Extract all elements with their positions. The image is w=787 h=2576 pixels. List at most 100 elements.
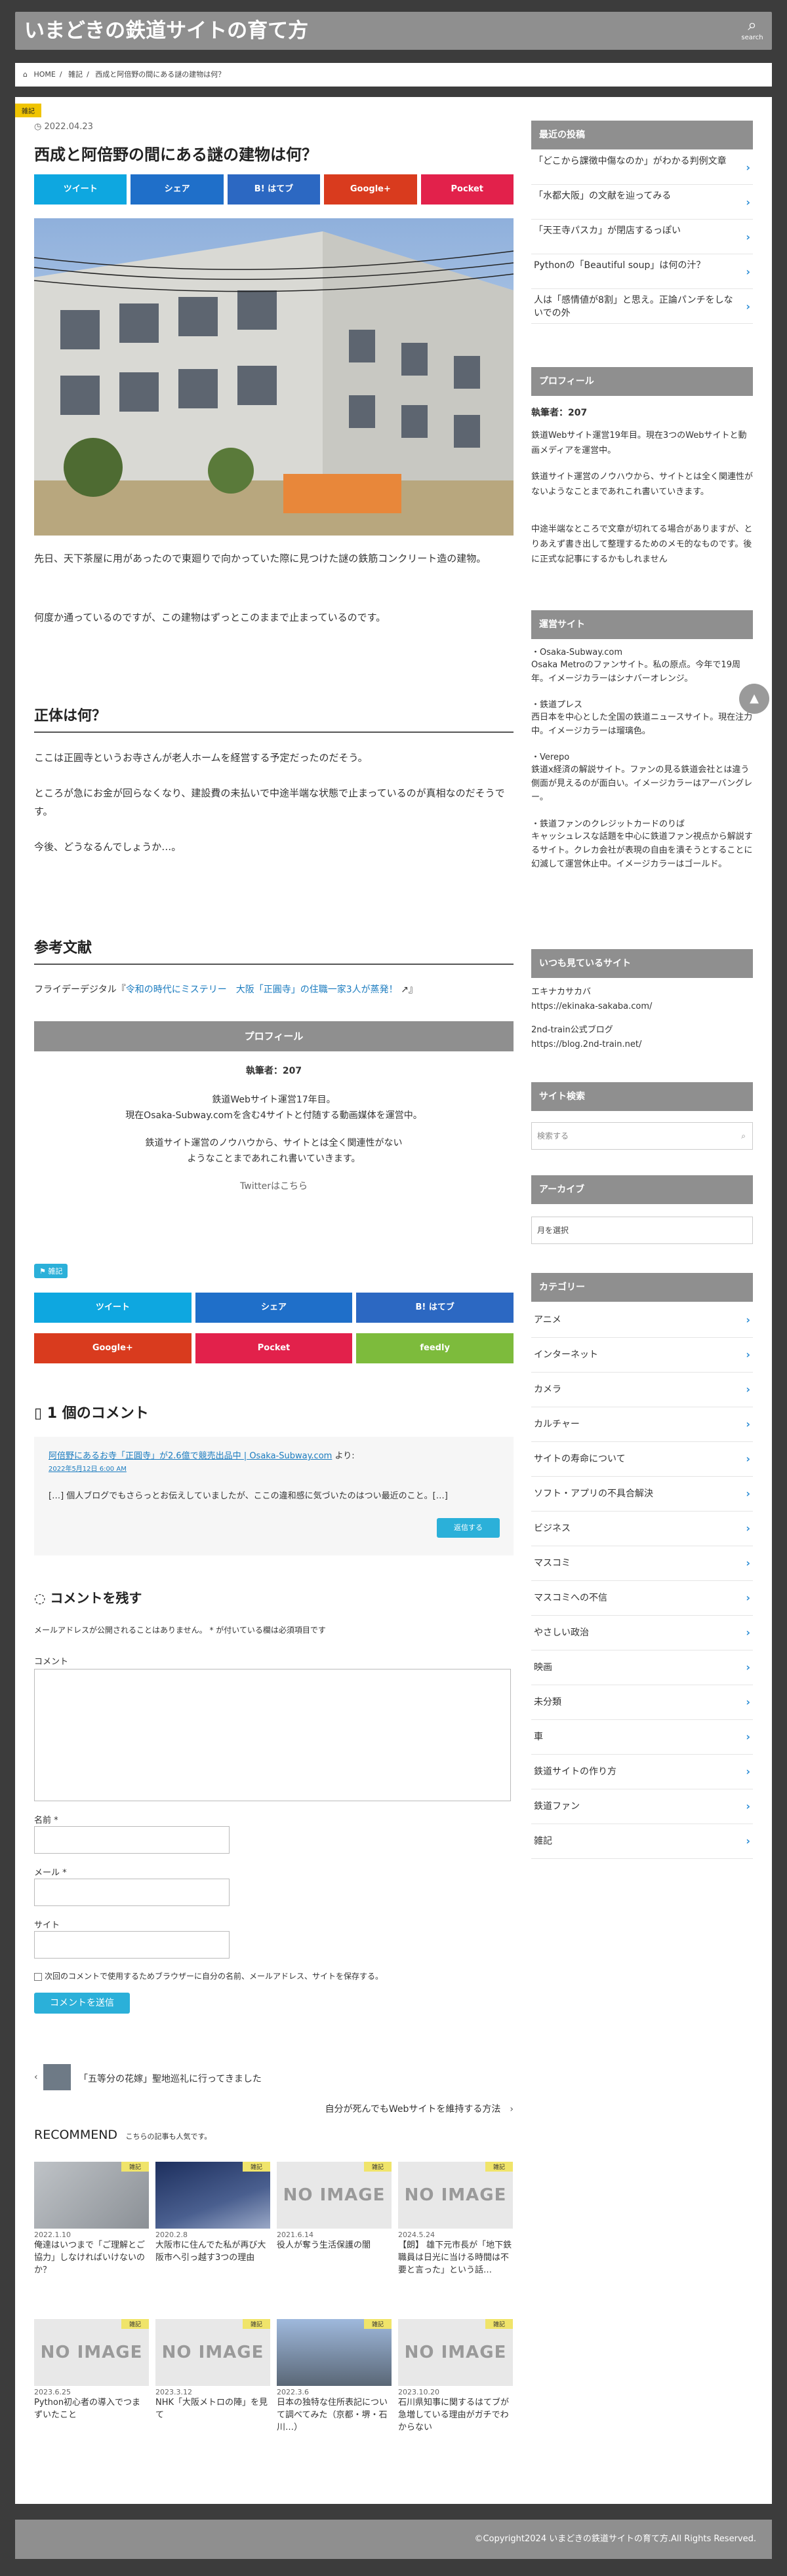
- home-icon: ⌂: [23, 70, 28, 79]
- site-input[interactable]: [34, 1931, 230, 1959]
- recommend-card[interactable]: NO IMAGE 雑記 2023.6.25 Python初心者の導入でつまずいたこと: [34, 2319, 149, 2421]
- category-item[interactable]: カメラ ›: [531, 1373, 753, 1407]
- prev-post-link[interactable]: 「五等分の花嫁」聖地巡礼に行ってきました: [79, 2072, 262, 2085]
- recommend-card[interactable]: NO IMAGE 雑記 2021.6.14 役人が奪う生活保護の闇: [277, 2162, 392, 2252]
- category-label: 車: [534, 1732, 543, 1742]
- recommend-title[interactable]: 大阪市に住んでた私が再び大阪市へ引っ越す3つの理由: [155, 2239, 270, 2264]
- comment-textarea[interactable]: [34, 1669, 511, 1801]
- category-item[interactable]: 車 ›: [531, 1720, 753, 1755]
- category-item[interactable]: アニメ ›: [531, 1303, 753, 1338]
- share-button-3[interactable]: Google+: [324, 174, 417, 205]
- recommend-thumbnail[interactable]: NO IMAGE 雑記: [277, 2162, 392, 2229]
- category-item[interactable]: やさしい政治 ›: [531, 1616, 753, 1650]
- site-footer: ©Copyright2024 いまどきの鉄道サイトの育て方.All Rights…: [15, 2520, 772, 2559]
- recommend-thumbnail[interactable]: NO IMAGE 雑記: [398, 2319, 513, 2386]
- comment-date[interactable]: 2022年5月12日 6:00 AM: [49, 1463, 127, 1473]
- next-post-link[interactable]: 自分が死んでもWebサイトを維持する方法 ›: [325, 2102, 514, 2115]
- recommend-thumbnail[interactable]: NO IMAGE 雑記: [155, 2319, 270, 2386]
- recommend-title[interactable]: 【朗】 雄下元市長が「地下鉄職員は日光に当ける時間は不要と言った」という話…: [398, 2239, 513, 2276]
- share-button-2[interactable]: B! はてブ: [227, 174, 321, 205]
- category-item[interactable]: 未分類 ›: [531, 1685, 753, 1720]
- recommend-title[interactable]: 俺達はいつまで「ご理解とご協力」しなければいけないのか？: [34, 2239, 149, 2276]
- share-button-1[interactable]: シェア: [195, 1293, 353, 1323]
- category-label: ソフト・アプリの不具合解決: [534, 1489, 653, 1499]
- email-input[interactable]: [34, 1879, 230, 1906]
- breadcrumb-category[interactable]: 雑記: [68, 70, 83, 79]
- recommend-card[interactable]: 雑記 2022.3.6 日本の独特な住所表記について調べてみた（京都・堺・石川…）: [277, 2319, 392, 2434]
- breadcrumb-home[interactable]: HOME: [33, 70, 55, 79]
- site-title[interactable]: いまどきの鉄道サイトの育て方: [24, 17, 308, 45]
- recommend-date: 2023.10.20: [398, 2388, 439, 2396]
- prev-post-thumbnail[interactable]: [43, 2064, 71, 2090]
- no-image-placeholder: NO IMAGE: [404, 2343, 507, 2362]
- reference-link[interactable]: 令和の時代にミステリー 大阪「正圓寺」の住職一家3人が蒸発！: [126, 985, 398, 995]
- category-item[interactable]: 鉄道サイトの作り方 ›: [531, 1755, 753, 1789]
- author-profile-heading: プロフィール: [34, 1021, 514, 1051]
- category-item[interactable]: インターネット ›: [531, 1338, 753, 1373]
- category-item[interactable]: ソフト・アプリの不具合解決 ›: [531, 1477, 753, 1512]
- category-item[interactable]: 雑記 ›: [531, 1824, 753, 1859]
- watch-1-url[interactable]: https://ekinaka-sakaba.com/: [531, 999, 753, 1015]
- share-button-4[interactable]: Pocket: [420, 174, 514, 205]
- email-label: メール *: [34, 1868, 67, 1878]
- chevron-right-icon: ›: [746, 1661, 750, 1673]
- comment-author-link[interactable]: 阿倍野にあるお寺「正圓寺」が2.6億で競売出品中 | Osaka-Subway.…: [49, 1451, 332, 1461]
- recent-post-item[interactable]: 人は「感情値が8割」と思え。正論パンチをしないでの外 ›: [531, 290, 753, 324]
- category-item[interactable]: 映画 ›: [531, 1650, 753, 1685]
- recommend-thumbnail[interactable]: NO IMAGE 雑記: [398, 2162, 513, 2229]
- chevron-right-icon: ›: [746, 1487, 750, 1500]
- name-input[interactable]: [34, 1826, 230, 1854]
- recent-post-item[interactable]: 「天王寺パスカ」が閉店するっぽい ›: [531, 220, 753, 254]
- recommend-title[interactable]: 日本の独特な住所表記について調べてみた（京都・堺・石川…）: [277, 2396, 392, 2434]
- recommend-thumbnail[interactable]: NO IMAGE 雑記: [34, 2319, 149, 2386]
- recommend-card[interactable]: NO IMAGE 雑記 2023.3.12 NHK「大阪メトロの陣」を見て: [155, 2319, 270, 2421]
- category-item[interactable]: マスコミ ›: [531, 1546, 753, 1581]
- category-item[interactable]: サイトの寿命について ›: [531, 1442, 753, 1477]
- post-tag[interactable]: ⚑ 雑記: [34, 1264, 68, 1278]
- share-button-5[interactable]: feedly: [356, 1333, 514, 1363]
- chevron-right-icon: ›: [746, 300, 750, 313]
- search-button[interactable]: ⌕ search: [738, 16, 767, 47]
- recommend-card[interactable]: NO IMAGE 雑記 2024.5.24 【朗】 雄下元市長が「地下鉄職員は日光に当…: [398, 2162, 513, 2276]
- chevron-right-icon: ›: [746, 1626, 750, 1639]
- watch-2-url[interactable]: https://blog.2nd-train.net/: [531, 1037, 753, 1053]
- watch-1-name[interactable]: エキナカサカバ: [531, 985, 753, 1000]
- recent-post-item[interactable]: 「水都大阪」の文献を辿ってみる ›: [531, 185, 753, 220]
- recommend-card[interactable]: 雑記 2022.1.10 俺達はいつまで「ご理解とご協力」しなければいけないのか？: [34, 2162, 149, 2276]
- category-item[interactable]: カルチャー ›: [531, 1407, 753, 1442]
- submit-comment-button[interactable]: コメントを送信: [34, 1993, 130, 2014]
- category-flag[interactable]: 雑記: [15, 104, 41, 117]
- share-button-2[interactable]: B! はてブ: [356, 1293, 514, 1323]
- site-label: サイト: [34, 1921, 60, 1930]
- comment-icon: ▯: [34, 1405, 43, 1422]
- site-search-input[interactable]: 検索する ⌕: [531, 1122, 753, 1150]
- save-info-checkbox[interactable]: [34, 1972, 42, 1981]
- recommend-title[interactable]: 役人が奪う生活保護の闇: [277, 2239, 392, 2252]
- category-item[interactable]: ビジネス ›: [531, 1512, 753, 1546]
- watch-2-name[interactable]: 2nd-train公式ブログ: [531, 1023, 753, 1038]
- category-item[interactable]: 鉄道ファン ›: [531, 1789, 753, 1824]
- recommend-thumbnail[interactable]: 雑記: [277, 2319, 392, 2386]
- share-button-1[interactable]: シェア: [131, 174, 224, 205]
- recommend-thumbnail[interactable]: 雑記: [155, 2162, 270, 2229]
- archive-select[interactable]: 月を選択: [531, 1217, 753, 1244]
- share-button-3[interactable]: Google+: [34, 1333, 192, 1363]
- twitter-link[interactable]: Twitterはこちら: [34, 1179, 514, 1194]
- recommend-card[interactable]: NO IMAGE 雑記 2023.10.20 石川県知事に関するはてブが急増している理…: [398, 2319, 513, 2434]
- recommend-date: 2022.3.6: [277, 2388, 309, 2396]
- recommend-title[interactable]: 石川県知事に関するはてブが急増している理由がガチでわからない: [398, 2396, 513, 2434]
- recommend-title[interactable]: Python初心者の導入でつまずいたこと: [34, 2396, 149, 2421]
- scroll-top-button[interactable]: ▲: [739, 684, 769, 714]
- breadcrumb-current: 西成と阿倍野の間にある謎の建物は何？: [95, 70, 226, 79]
- share-button-0[interactable]: ツイート: [34, 174, 127, 205]
- share-button-4[interactable]: Pocket: [195, 1333, 353, 1363]
- recommend-thumbnail[interactable]: 雑記: [34, 2162, 149, 2229]
- search-icon[interactable]: ⌕: [741, 1123, 746, 1149]
- share-button-0[interactable]: ツイート: [34, 1293, 192, 1323]
- recommend-title[interactable]: NHK「大阪メトロの陣」を見て: [155, 2396, 270, 2421]
- recent-post-item[interactable]: Pythonの「Beautiful soup」は何の汁？ ›: [531, 255, 753, 289]
- recommend-card[interactable]: 雑記 2020.2.8 大阪市に住んでた私が再び大阪市へ引っ越す3つの理由: [155, 2162, 270, 2264]
- category-item[interactable]: マスコミへの不信 ›: [531, 1581, 753, 1616]
- reply-button[interactable]: 返信する: [437, 1518, 500, 1538]
- recent-post-item[interactable]: 「どこから課徴中傷なのか」がわかる判例文章 ›: [531, 151, 753, 185]
